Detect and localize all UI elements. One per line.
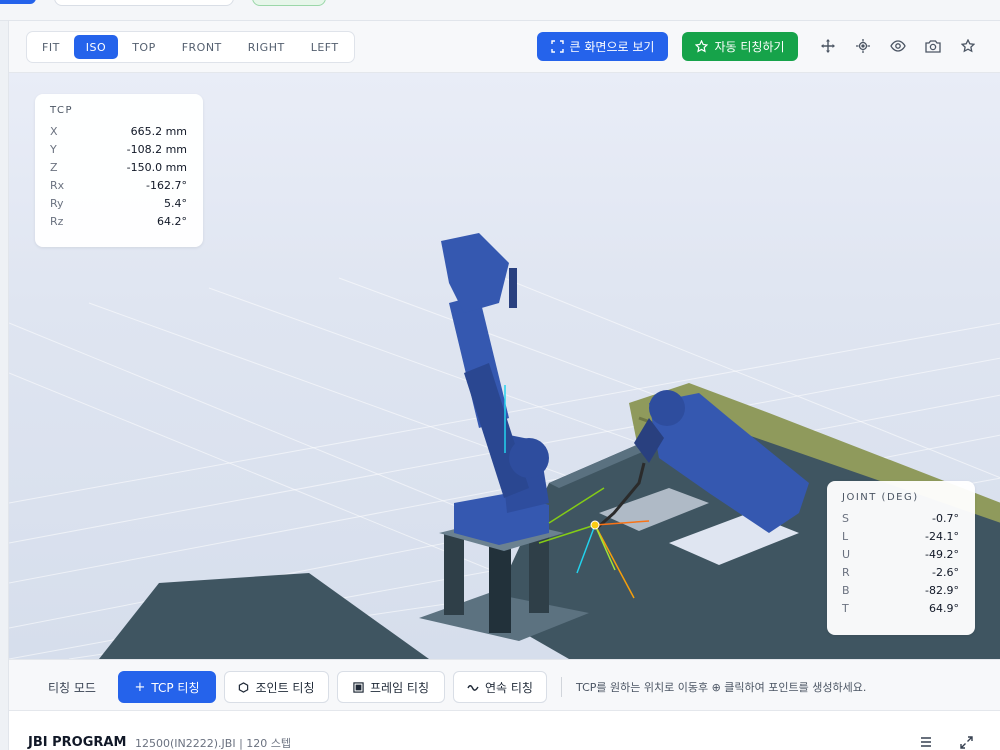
tcp-key: Ry (50, 196, 64, 210)
joint-row-t: T 64.9° (842, 599, 959, 617)
joint-teach-label: 조인트 티칭 (255, 680, 315, 695)
auto-teach-button-label: 자동 티칭하기 (714, 40, 785, 54)
tcp-row-y: Y -108.2 mm (50, 140, 187, 158)
tcp-key: Rz (50, 214, 64, 228)
tcp-value: 64.2° (157, 214, 187, 228)
tcp-teach-button[interactable]: + TCP 티칭 (118, 671, 216, 703)
tcp-row-z: Z -150.0 mm (50, 158, 187, 176)
joint-value: -0.7° (932, 511, 959, 525)
continuous-teach-button[interactable]: 연속 티칭 (453, 671, 547, 703)
tcp-key: Rx (50, 178, 65, 192)
tcp-value: 665.2 mm (130, 124, 187, 138)
viewer-toolbar: FIT ISO TOP FRONT RIGHT LEFT 큰 화면으로 보기 자… (9, 21, 1000, 73)
expand-icon (550, 40, 564, 53)
joint-row-b: B -82.9° (842, 581, 959, 599)
camera-icon[interactable] (923, 36, 943, 56)
top-strip (0, 0, 1000, 21)
joint-value: -2.6° (932, 565, 959, 579)
eye-icon[interactable] (888, 36, 908, 56)
frame-icon (353, 681, 364, 693)
joint-key: L (842, 529, 849, 543)
maximize-icon[interactable] (958, 734, 974, 750)
3d-viewport[interactable]: TCP X 665.2 mm Y -108.2 mm Z -150.0 mm Rx -1… (9, 73, 1000, 659)
tcp-key: Y (50, 142, 57, 156)
joint-key: T (842, 601, 849, 615)
tcp-value: 5.4° (164, 196, 187, 210)
continuous-teach-label: 연속 티칭 (485, 680, 533, 695)
tcp-readout-panel: TCP X 665.2 mm Y -108.2 mm Z -150.0 mm Rx -1… (35, 94, 203, 247)
joint-row-s: S -0.7° (842, 509, 959, 527)
tcp-row-ry: Ry 5.4° (50, 194, 187, 212)
view-preset-group: FIT ISO TOP FRONT RIGHT LEFT (26, 31, 355, 63)
target-icon[interactable] (853, 36, 873, 56)
joint-key: U (842, 547, 851, 561)
tcp-row-rx: Rx -162.7° (50, 176, 187, 194)
robot-viewer-panel: FIT ISO TOP FRONT RIGHT LEFT 큰 화면으로 보기 자… (8, 21, 1000, 750)
view-right-button[interactable]: RIGHT (236, 35, 297, 59)
view-front-button[interactable]: FRONT (170, 35, 234, 59)
joint-readout-panel: JOINT (DEG) S -0.7° L -24.1° U -49.2° R -2.6… (827, 481, 975, 635)
move-icon[interactable] (818, 36, 838, 56)
top-status-badge[interactable] (252, 0, 326, 6)
teaching-mode-bar: 티칭 모드 + TCP 티칭 조인트 티칭 프레임 티칭 연속 티칭 TCP를 … (9, 659, 1000, 711)
fullscreen-button-label: 큰 화면으로 보기 (569, 40, 655, 54)
tcp-row-x: X 665.2 mm (50, 122, 187, 140)
joint-key: S (842, 511, 849, 525)
joint-value: -49.2° (925, 547, 959, 561)
teaching-hint: TCP를 원하는 위치로 이동후 ⊕ 클릭하여 포인트를 생성하세요. (576, 681, 867, 694)
view-left-button[interactable]: LEFT (299, 35, 351, 59)
joint-row-l: L -24.1° (842, 527, 959, 545)
teaching-divider (561, 677, 562, 697)
joint-value: 64.9° (929, 601, 959, 615)
joint-row-r: R -2.6° (842, 563, 959, 581)
joint-value: -24.1° (925, 529, 959, 543)
tcp-teach-label: TCP 티칭 (151, 680, 200, 695)
joint-teach-button[interactable]: 조인트 티칭 (224, 671, 329, 703)
program-subtitle: 12500(IN2222).JBI | 120 스텝 (135, 737, 292, 750)
program-title: JBI PROGRAM (28, 735, 127, 750)
top-primary-button[interactable] (0, 0, 36, 4)
joint-row-u: U -49.2° (842, 545, 959, 563)
tcp-value: -150.0 mm (126, 160, 187, 174)
joint-key: B (842, 583, 850, 597)
view-iso-button[interactable]: ISO (73, 35, 119, 59)
joint-key: R (842, 565, 850, 579)
view-top-button[interactable]: TOP (120, 35, 168, 59)
view-fit-button[interactable]: FIT (30, 35, 72, 59)
frame-teach-label: 프레임 티칭 (369, 680, 429, 695)
plus-icon: + (134, 679, 146, 695)
star-icon[interactable] (958, 36, 978, 56)
teaching-mode-label: 티칭 모드 (48, 681, 96, 695)
tcp-value: -162.7° (146, 178, 187, 192)
frame-teach-button[interactable]: 프레임 티칭 (337, 671, 445, 703)
hexagon-icon (239, 681, 249, 693)
joint-readout-title: JOINT (DEG) (842, 492, 919, 503)
tcp-key: X (50, 124, 58, 138)
star-outline-icon (695, 40, 709, 53)
wave-icon (467, 685, 479, 691)
tcp-value: -108.2 mm (126, 142, 187, 156)
jbi-program-header: JBI PROGRAM 12500(IN2222).JBI | 120 스텝 (9, 711, 1000, 750)
tcp-key: Z (50, 160, 58, 174)
tcp-readout-title: TCP (50, 105, 74, 116)
top-selector[interactable] (54, 0, 234, 6)
list-icon[interactable] (918, 734, 934, 750)
auto-teach-button[interactable]: 자동 티칭하기 (682, 32, 798, 61)
left-table (99, 573, 429, 659)
tcp-row-rz: Rz 64.2° (50, 212, 187, 230)
joint-value: -82.9° (925, 583, 959, 597)
fullscreen-button[interactable]: 큰 화면으로 보기 (537, 32, 668, 61)
